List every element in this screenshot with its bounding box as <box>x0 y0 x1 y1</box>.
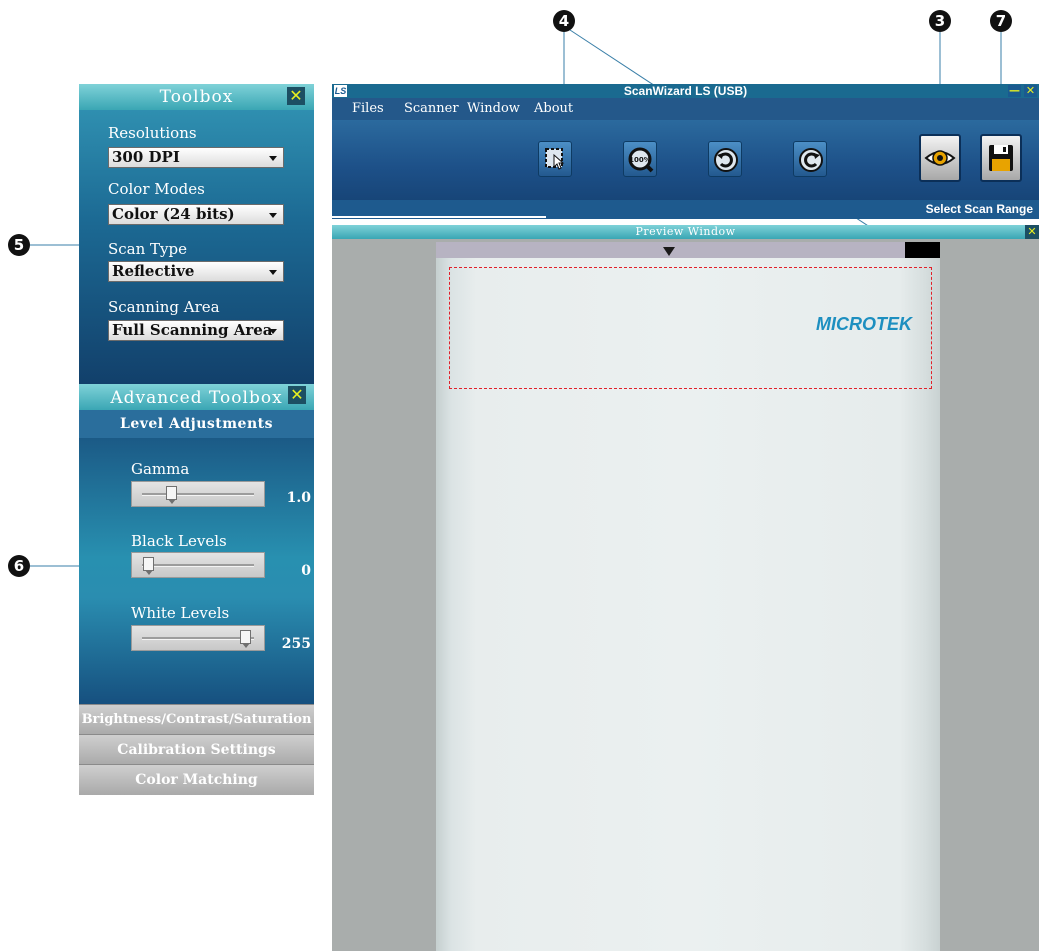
slider-track <box>142 564 254 567</box>
rotate-right-icon <box>799 148 823 172</box>
brightness-contrast-saturation-section[interactable]: Brightness/Contrast/Saturation <box>79 704 314 735</box>
chevron-down-icon <box>269 156 277 161</box>
gamma-slider-thumb[interactable] <box>166 486 177 504</box>
rotate-left-icon <box>714 148 738 172</box>
save-scan-button[interactable] <box>980 134 1022 182</box>
calibration-settings-section[interactable]: Calibration Settings <box>79 734 314 765</box>
white-levels-value: 255 <box>281 636 311 652</box>
resolutions-label: Resolutions <box>108 124 197 142</box>
white-levels-label: White Levels <box>131 604 230 622</box>
black-levels-slider[interactable] <box>131 552 265 578</box>
color-matching-section[interactable]: Color Matching <box>79 764 314 795</box>
scan-type-value: Reflective <box>112 262 195 280</box>
minimize-icon[interactable]: — <box>1008 85 1021 97</box>
slider-track <box>142 493 254 496</box>
ruler-marker-icon[interactable] <box>663 247 675 256</box>
chevron-down-icon <box>269 329 277 334</box>
scanning-area-label: Scanning Area <box>108 298 220 316</box>
menu-window[interactable]: Window <box>467 101 520 116</box>
preview-eye-icon <box>924 150 956 166</box>
rotate-right-button[interactable] <box>793 141 827 177</box>
level-adjustments-panel: Gamma 1.0 Black Levels 0 White Levels 25… <box>79 438 314 704</box>
scanning-area-value: Full Scanning Area <box>112 321 273 339</box>
resolutions-value: 300 DPI <box>112 148 180 166</box>
gamma-slider[interactable] <box>131 481 265 507</box>
black-levels-label: Black Levels <box>131 532 227 550</box>
scanning-area-select[interactable]: Full Scanning Area <box>108 320 284 341</box>
zoom-100-button[interactable]: 100% <box>623 141 657 177</box>
color-modes-select[interactable]: Color (24 bits) <box>108 204 284 225</box>
toolbox-close-icon[interactable]: ✕ <box>287 87 305 105</box>
chevron-down-icon <box>269 270 277 275</box>
status-text: Select Scan Range <box>925 202 1033 216</box>
toolbox-title: Toolbox <box>79 84 314 110</box>
app-logo-icon: LS <box>334 85 347 97</box>
color-modes-label: Color Modes <box>108 180 205 198</box>
advanced-toolbox-title: Advanced Toolbox <box>79 384 314 410</box>
menu-files[interactable]: Files <box>352 101 384 116</box>
color-modes-value: Color (24 bits) <box>112 205 235 223</box>
ruler-end-block <box>905 242 940 258</box>
select-area-button[interactable] <box>538 141 572 177</box>
progress-divider <box>332 216 546 218</box>
status-bar: Select Scan Range <box>332 200 1039 219</box>
advanced-toolbox-close-icon[interactable]: ✕ <box>288 386 306 404</box>
level-adjustments-header[interactable]: Level Adjustments <box>79 410 314 438</box>
select-area-icon <box>545 148 565 170</box>
window-title: ScanWizard LS (USB) <box>332 84 1039 98</box>
resolutions-select[interactable]: 300 DPI <box>108 147 284 168</box>
preview-close-icon[interactable]: ✕ <box>1025 225 1039 239</box>
black-levels-slider-thumb[interactable] <box>143 557 154 575</box>
preview-button[interactable] <box>919 134 961 182</box>
gamma-label: Gamma <box>131 460 190 478</box>
menu-about[interactable]: About <box>534 101 573 116</box>
gamma-value: 1.0 <box>286 490 311 506</box>
white-levels-slider[interactable] <box>131 625 265 651</box>
toolbox-panel: Resolutions 300 DPI Color Modes Color (2… <box>79 110 314 384</box>
white-levels-slider-thumb[interactable] <box>240 630 251 648</box>
chevron-down-icon <box>269 213 277 218</box>
window-close-icon[interactable]: ✕ <box>1024 85 1037 97</box>
black-levels-value: 0 <box>301 563 311 579</box>
microtek-logo: MICROTEK <box>816 314 912 334</box>
zoom-100-icon: 100% <box>628 147 654 173</box>
menu-scanner[interactable]: Scanner <box>404 101 459 116</box>
scan-type-select[interactable]: Reflective <box>108 261 284 282</box>
menu-bar: Files Scanner Window About <box>332 98 1039 120</box>
scan-ruler <box>436 242 940 258</box>
preview-window-title: Preview Window <box>332 225 1039 239</box>
rotate-left-button[interactable] <box>708 141 742 177</box>
slider-track <box>142 637 254 640</box>
scan-type-label: Scan Type <box>108 240 188 258</box>
save-scan-icon <box>989 145 1013 171</box>
zoom-100-label: 100% <box>629 156 651 164</box>
